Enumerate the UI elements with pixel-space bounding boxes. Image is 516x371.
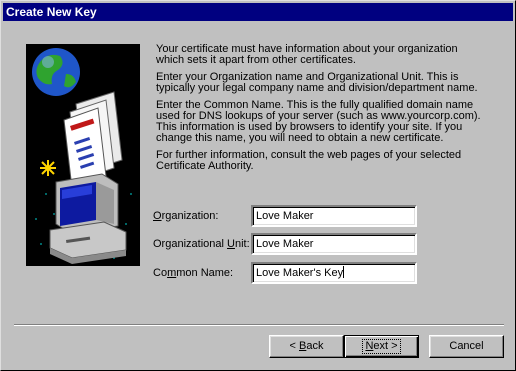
common-name-field[interactable]: Love Maker's Key [251,262,417,284]
instruction-paragraph: Your certificate must have information a… [156,43,458,66]
instruction-paragraph: For further information, consult the web… [156,149,462,172]
create-new-key-dialog: Create New Key Your certificate must hav… [0,0,516,371]
window-title: Create New Key [6,5,97,19]
text-cursor [343,266,345,278]
common-name-label: Common Name: [153,267,234,279]
title-bar: Create New Key [3,3,513,21]
wizard-illustration-icon [26,44,140,266]
instructions: Your certificate must have information a… [156,44,486,178]
back-button[interactable]: < Back [269,335,344,358]
org-unit-label: Organizational Unit: [153,238,250,250]
organization-field[interactable]: Love Maker [251,205,417,227]
next-button[interactable]: Next > [344,335,419,358]
org-unit-field[interactable]: Love Maker [251,233,417,255]
instruction-paragraph: Enter the Common Name. This is the fully… [156,99,481,144]
cancel-button[interactable]: Cancel [429,335,504,358]
organization-label: Organization: [153,210,219,222]
separator [14,324,504,326]
instruction-paragraph: Enter your Organization name and Organiz… [156,71,478,94]
